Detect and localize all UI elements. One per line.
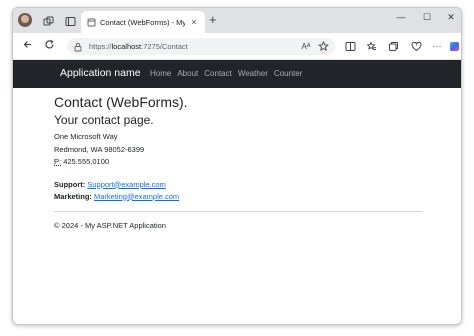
workspaces-icon[interactable] [40,13,56,29]
split-screen-icon[interactable] [344,40,356,52]
footer-text: © 2024 - My ASP.NET Application [54,220,166,230]
nav-link-home[interactable]: Home [150,69,171,78]
contact-emails: Support: Support@example.com Marketing: … [54,179,422,203]
copilot-icon[interactable] [447,39,461,53]
refresh-icon[interactable] [44,39,55,53]
new-tab-button[interactable]: + [209,12,217,27]
nav-links: Home About Contact Weather Counter [150,69,302,78]
collections-icon[interactable] [387,40,399,52]
nav-link-about[interactable]: About [177,69,198,78]
close-tab-icon[interactable]: × [189,17,199,27]
nav-link-contact[interactable]: Contact [204,69,232,78]
support-label: Support: [54,179,86,189]
nav-link-weather[interactable]: Weather [238,69,268,78]
tab-strip: Contact (WebForms) - My ASP.NE × + — ☐ ✕ [13,8,461,33]
support-line: Support: Support@example.com [54,179,422,191]
profile-avatar[interactable] [18,13,32,27]
phone-number: 425.555.0100 [63,157,110,166]
phone-abbr: P: [54,157,62,166]
support-email-link[interactable]: Support@example.com [87,180,165,189]
address-block: One Microsoft Way Redmond, WA 98052-6399… [54,131,422,169]
favorite-star-icon[interactable] [317,40,329,52]
tab-contact[interactable]: Contact (WebForms) - My ASP.NE × [81,11,205,33]
nav-link-counter[interactable]: Counter [274,69,302,78]
tab-actions-icon[interactable] [62,13,78,29]
maximize-button[interactable]: ☐ [420,12,434,23]
url-input[interactable]: https://localhost:7275/Contact [67,38,335,55]
address-line: One Microsoft Way [54,132,118,141]
read-aloud-icon[interactable]: Aᴬ [300,40,312,52]
divider [54,210,422,212]
minimize-button[interactable]: — [394,12,408,22]
more-icon[interactable]: ··· [431,40,443,52]
site-navbar: Application name Home About Contact Weat… [13,60,461,88]
page-title: Contact (WebForms). [54,94,188,110]
page-subtitle: Your contact page. [54,113,154,127]
marketing-email-link[interactable]: Marketing@example.com [94,192,179,201]
browser-window: Contact (WebForms) - My ASP.NE × + — ☐ ✕… [12,7,462,325]
close-window-button[interactable]: ✕ [444,12,458,23]
page-icon [87,18,96,26]
back-icon[interactable] [22,39,33,53]
brand-link[interactable]: Application name [60,67,141,79]
address-line: Redmond, WA 98052-6399 [54,144,145,154]
favorites-icon[interactable] [365,40,377,52]
url-text: https://localhost:7275/Contact [89,42,188,51]
address-bar: https://localhost:7275/Contact Aᴬ ··· [13,33,461,60]
browser-essentials-icon[interactable] [410,40,422,52]
phone-line: P: 425.555.0100 [54,156,422,169]
main-content: Contact (WebForms). Your contact page. O… [54,90,422,230]
site-info-icon[interactable] [73,42,83,52]
marketing-line: Marketing: Marketing@example.com [54,191,422,203]
tab-title: Contact (WebForms) - My ASP.NE [100,17,185,27]
marketing-label: Marketing: [54,191,92,201]
